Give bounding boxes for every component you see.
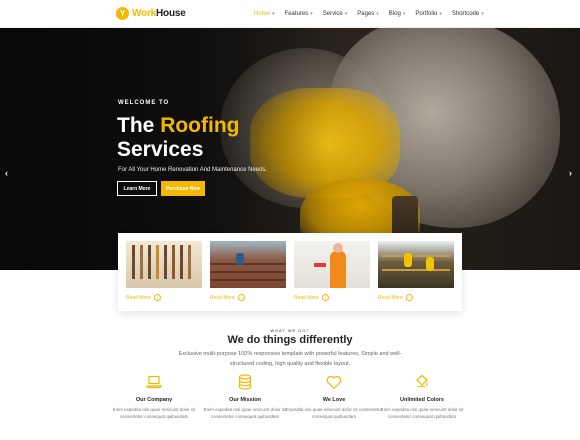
purchase-now-button[interactable]: Purchase Now	[161, 181, 205, 196]
section-eyebrow: WHAT WE DO?	[270, 328, 310, 333]
menu-item-label: Portfolio	[415, 11, 438, 17]
arrow-right-icon: ›	[153, 294, 161, 301]
headline-highlight: Roofing	[160, 114, 240, 137]
feature-our-mission: Our Mission Enim expedita nisi quae nesc…	[195, 373, 295, 420]
feature-title: Our Mission	[229, 397, 261, 403]
site-logo[interactable]: Y WorkHouse	[116, 7, 186, 20]
paint-bucket-icon	[372, 373, 472, 391]
feature-text: Enim expedita nisi quae nescuint dolor s…	[112, 407, 196, 419]
arrow-right-icon: ›	[405, 294, 413, 301]
hero-headline: The Roofing Services	[117, 114, 240, 162]
menu-item-label: Features	[284, 11, 309, 17]
headline-the: The	[117, 114, 155, 137]
section-title: We do things differently	[227, 334, 353, 346]
hero-eyebrow: WELCOME TO	[118, 100, 170, 106]
menu-item-features[interactable]: Features ▾	[285, 11, 313, 17]
read-more-link[interactable]: Read More ›	[126, 294, 202, 301]
arrow-right-icon: ›	[321, 294, 329, 301]
chevron-down-icon: ▾	[272, 11, 275, 17]
read-more-link[interactable]: Read More ›	[378, 294, 454, 301]
menu-item-pages[interactable]: Pages ▾	[357, 11, 379, 17]
chevron-down-icon: ▾	[402, 11, 406, 17]
stack-icon	[195, 373, 295, 391]
slider-prev-arrow-icon[interactable]: ‹	[5, 168, 8, 178]
chevron-down-icon: ▾	[344, 11, 348, 17]
chevron-down-icon: ▾	[481, 11, 484, 17]
hero-subtitle: For All Your Home Renovation And Mainten…	[118, 167, 268, 173]
service-card[interactable]: Read More ›	[126, 241, 202, 301]
feature-title: Our Company	[135, 397, 173, 403]
heart-icon	[284, 373, 384, 391]
chevron-down-icon: ▾	[439, 11, 442, 17]
headline-line2: Services	[117, 138, 204, 161]
feature-we-love: We Love Expedita nisi quae nescuint dolo…	[284, 373, 384, 420]
read-more-label: Read More	[126, 294, 151, 301]
menu-item-blog[interactable]: Blog ▾	[389, 11, 406, 17]
card-image-painter[interactable]	[294, 241, 370, 288]
menu-item-label: Pages	[357, 11, 375, 17]
slider-next-arrow-icon[interactable]: ›	[569, 168, 572, 178]
menu-item-home[interactable]: Home ▾	[254, 11, 275, 17]
laptop-icon	[104, 373, 204, 391]
menu-item-label: Blog	[388, 11, 401, 17]
card-image-tools[interactable]	[126, 241, 202, 288]
service-card[interactable]: Read More ›	[378, 241, 454, 301]
logo-text-work: Work	[132, 8, 157, 19]
service-cards-panel: Read More › Read More › Read More › Read	[118, 233, 462, 311]
feature-title: Unlimited Colors	[399, 397, 444, 403]
feature-text: Enim expedita nisi quae nescuint dolor s…	[203, 407, 287, 419]
menu-item-service[interactable]: Service ▾	[323, 11, 348, 17]
logo-text-house: House	[156, 8, 186, 19]
card-image-construction[interactable]	[378, 241, 454, 288]
menu-item-label: Shortcode	[451, 11, 480, 17]
logo-text: WorkHouse	[132, 8, 186, 19]
feature-our-company: Our Company Enim expedita nisi quae nesc…	[104, 373, 204, 420]
feature-title: We Love	[322, 397, 346, 403]
card-image-roof[interactable]	[210, 241, 286, 288]
read-more-label: Read More	[210, 294, 235, 301]
section-description: Exclusive multi-purpose 100% responsive …	[178, 351, 402, 367]
read-more-link[interactable]: Read More ›	[210, 294, 286, 301]
service-card[interactable]: Read More ›	[210, 241, 286, 301]
read-more-link[interactable]: Read More ›	[294, 294, 370, 301]
feature-text: Enim expedita nisi quae nescuint dolor s…	[380, 407, 464, 419]
menu-item-portfolio[interactable]: Portfolio ▾	[415, 11, 442, 17]
main-menu: Home ▾ Features ▾ Service ▾ Pages ▾ Blog ▾ Po…	[254, 0, 484, 28]
arrow-right-icon: ›	[237, 294, 245, 301]
feature-text: Expedita nisi quae nescuint dolor sit co…	[285, 407, 383, 419]
logo-mark-icon: Y	[116, 7, 129, 20]
menu-item-label: Home	[254, 11, 271, 17]
learn-more-button[interactable]: Learn More	[117, 181, 157, 196]
feature-unlimited-colors: Unlimited Colors Enim expedita nisi quae…	[372, 373, 472, 420]
menu-item-label: Service	[322, 11, 343, 17]
read-more-label: Read More	[294, 294, 319, 301]
menu-item-shortcode[interactable]: Shortcode ▾	[452, 11, 484, 17]
read-more-label: Read More	[378, 294, 403, 301]
service-card[interactable]: Read More ›	[294, 241, 370, 301]
chevron-down-icon: ▾	[376, 11, 379, 17]
chevron-down-icon: ▾	[310, 11, 313, 17]
top-navbar: Y WorkHouse Home ▾ Features ▾ Service ▾ Pag…	[0, 0, 580, 28]
